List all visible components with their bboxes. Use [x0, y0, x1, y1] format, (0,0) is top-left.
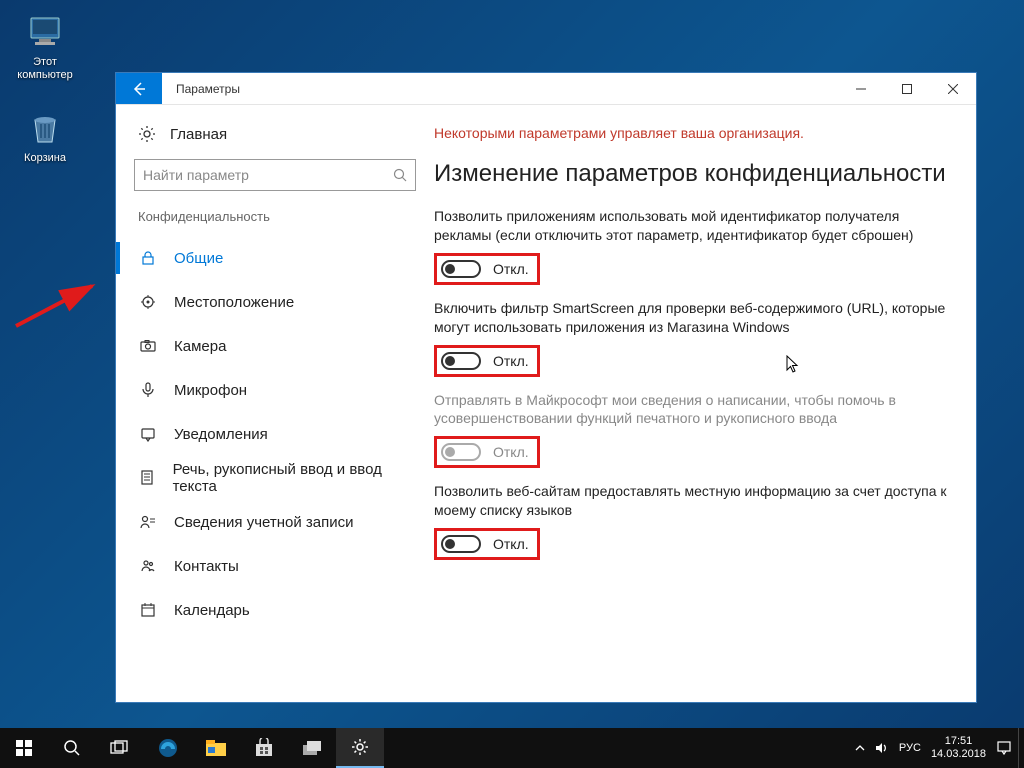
taskbar-app-store[interactable] — [240, 728, 288, 768]
nav-item-notifications[interactable]: Уведомления — [116, 412, 434, 456]
toggle-switch[interactable] — [441, 260, 481, 278]
nav-item-location[interactable]: Местоположение — [116, 280, 434, 324]
nav-label: Контакты — [174, 558, 239, 575]
annotation-arrow — [14, 280, 104, 330]
nav-item-account[interactable]: Сведения учетной записи — [116, 500, 434, 544]
date: 14.03.2018 — [931, 748, 986, 761]
setting-description: Позволить приложениям использовать мой и… — [434, 207, 950, 245]
action-center-icon[interactable] — [996, 740, 1012, 756]
system-tray: РУС 17:51 14.03.2018 — [849, 728, 1018, 768]
show-desktop-button[interactable] — [1018, 728, 1024, 768]
page-title: Изменение параметров конфиденциальности — [434, 159, 950, 189]
minimize-button[interactable] — [838, 73, 884, 104]
nav-label: Сведения учетной записи — [174, 514, 354, 531]
gear-icon — [138, 125, 156, 143]
time: 17:51 — [931, 735, 986, 748]
location-icon — [138, 292, 158, 312]
setting-description: Позволить веб-сайтам предоставлять местн… — [434, 482, 950, 520]
nav-item-camera[interactable]: Камера — [116, 324, 434, 368]
taskbar-app-explorer[interactable] — [192, 728, 240, 768]
desktop-icon-this-pc[interactable]: Этот компьютер — [8, 12, 82, 82]
maximize-button[interactable] — [884, 73, 930, 104]
window-title: Параметры — [162, 73, 838, 104]
annotation-highlight: Откл. — [434, 436, 540, 468]
nav-label: Микрофон — [174, 382, 247, 399]
nav-label: Камера — [174, 338, 226, 355]
setting-advertising-id: Позволить приложениям использовать мой и… — [434, 207, 950, 285]
desktop-icon-label: Этот компьютер — [8, 56, 82, 82]
clock[interactable]: 17:51 14.03.2018 — [931, 735, 986, 761]
toggle-state-label: Откл. — [493, 261, 529, 277]
home-link[interactable]: Главная — [116, 125, 434, 159]
nav-item-speech[interactable]: Речь, рукописный ввод и ввод текста — [116, 456, 434, 500]
notifications-icon — [138, 424, 158, 444]
toggle-switch[interactable] — [441, 352, 481, 370]
settings-window: Параметры Главная Найти параметр Конфиде… — [115, 72, 977, 703]
main-content: Некоторыми параметрами управляет ваша ор… — [434, 105, 976, 702]
nav-item-general[interactable]: Общие — [116, 236, 434, 280]
annotation-highlight: Откл. — [434, 528, 540, 560]
lock-icon — [138, 248, 158, 268]
pc-icon — [25, 12, 65, 52]
desktop-icon-label: Корзина — [8, 152, 82, 165]
microphone-icon — [138, 380, 158, 400]
task-view-button[interactable] — [96, 728, 144, 768]
desktop-icon-recycle-bin[interactable]: Корзина — [8, 108, 82, 165]
account-icon — [138, 512, 158, 532]
management-notice: Некоторыми параметрами управляет ваша ор… — [434, 125, 950, 141]
nav-item-microphone[interactable]: Микрофон — [116, 368, 434, 412]
toggle-state-label: Откл. — [493, 536, 529, 552]
nav-item-contacts[interactable]: Контакты — [116, 544, 434, 588]
annotation-highlight: Откл. — [434, 345, 540, 377]
back-button[interactable] — [116, 73, 162, 104]
start-button[interactable] — [0, 728, 48, 768]
setting-typing-data: Отправлять в Майкрософт мои сведения о н… — [434, 391, 950, 469]
search-input[interactable]: Найти параметр — [134, 159, 416, 191]
sidebar: Главная Найти параметр Конфиденциальност… — [116, 105, 434, 702]
nav-item-calendar[interactable]: Календарь — [116, 588, 434, 632]
tray-chevron-up-icon[interactable] — [855, 743, 865, 753]
titlebar: Параметры — [116, 73, 976, 105]
home-label: Главная — [170, 126, 227, 143]
setting-smartscreen: Включить фильтр SmartScreen для проверки… — [434, 299, 950, 377]
taskbar-app-edge[interactable] — [144, 728, 192, 768]
camera-icon — [138, 336, 158, 356]
contacts-icon — [138, 556, 158, 576]
nav-label: Местоположение — [174, 294, 294, 311]
volume-icon[interactable] — [875, 741, 889, 755]
nav-label: Общие — [174, 250, 223, 267]
taskbar: РУС 17:51 14.03.2018 — [0, 728, 1024, 768]
speech-icon — [138, 468, 157, 488]
toggle-state-label: Откл. — [493, 353, 529, 369]
calendar-icon — [138, 600, 158, 620]
setting-language-list: Позволить веб-сайтам предоставлять местн… — [434, 482, 950, 560]
nav-label: Календарь — [174, 602, 250, 619]
close-button[interactable] — [930, 73, 976, 104]
recycle-bin-icon — [25, 108, 65, 148]
nav-group-label: Конфиденциальность — [116, 209, 434, 236]
search-placeholder: Найти параметр — [143, 167, 393, 183]
setting-description: Включить фильтр SmartScreen для проверки… — [434, 299, 950, 337]
toggle-state-label: Откл. — [493, 444, 529, 460]
setting-description: Отправлять в Майкрософт мои сведения о н… — [434, 391, 950, 429]
taskbar-app-settings[interactable] — [336, 728, 384, 768]
nav-label: Уведомления — [174, 426, 268, 443]
search-button[interactable] — [48, 728, 96, 768]
toggle-switch[interactable] — [441, 535, 481, 553]
search-icon — [393, 168, 407, 182]
taskbar-app-generic[interactable] — [288, 728, 336, 768]
language-indicator[interactable]: РУС — [899, 742, 921, 754]
toggle-switch — [441, 443, 481, 461]
annotation-highlight: Откл. — [434, 253, 540, 285]
nav-label: Речь, рукописный ввод и ввод текста — [173, 461, 412, 495]
cursor-icon — [786, 355, 802, 375]
